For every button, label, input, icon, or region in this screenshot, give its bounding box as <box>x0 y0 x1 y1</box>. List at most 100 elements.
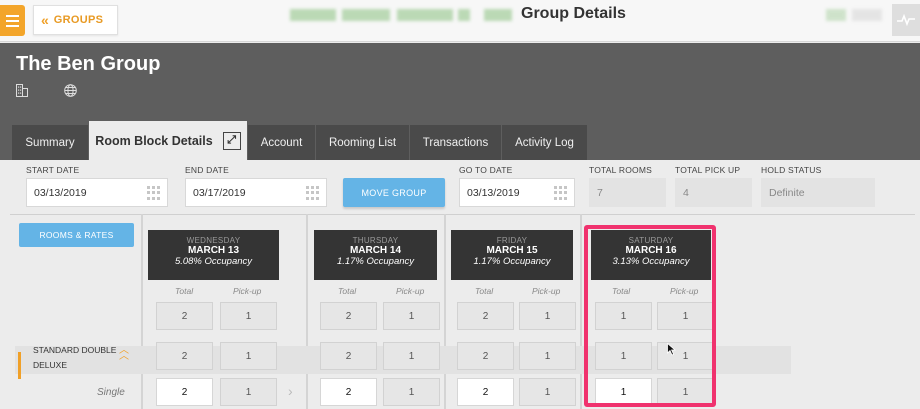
total-pickup-value: 4 <box>675 178 752 207</box>
hamburger-icon <box>6 14 19 17</box>
groups-back-label: GROUPS <box>53 14 104 26</box>
tab-label: Room Block Details <box>95 133 213 148</box>
hamburger-icon <box>6 24 19 27</box>
single-rooms-input[interactable]: 2 <box>156 378 213 406</box>
app-root: « GROUPS Group Details The Ben Group Sum… <box>0 0 920 409</box>
mouse-cursor-icon <box>667 343 676 356</box>
page-title: Group Details <box>521 5 626 22</box>
building-icon <box>16 84 28 97</box>
total-rooms-label: TOTAL ROOMS <box>589 165 652 175</box>
obscured-header-text <box>290 9 336 21</box>
pickup-cell: 1 <box>383 378 440 406</box>
start-date-value: 03/13/2019 <box>34 186 87 199</box>
occupancy-type-label: Single <box>97 387 125 398</box>
obscured-header-text <box>458 9 470 21</box>
calendar-icon[interactable] <box>306 186 320 200</box>
go-to-date-label: GO TO DATE <box>459 165 513 175</box>
day-header: THURSDAY MARCH 14 1.17% Occupancy <box>314 230 437 280</box>
day-date: MARCH 14 <box>349 245 402 256</box>
saturday-highlight-box <box>584 225 716 407</box>
pickup-cell: 1 <box>220 302 277 330</box>
pickup-column-label: Pick-up <box>233 286 262 296</box>
menu-button[interactable] <box>0 5 25 36</box>
column-divider <box>580 214 582 409</box>
day-header: FRIDAY MARCH 15 1.17% Occupancy <box>451 230 573 280</box>
obscured-user-info <box>826 9 846 21</box>
obscured-header-text <box>484 9 512 21</box>
pickup-cell: 1 <box>383 302 440 330</box>
top-bar: « GROUPS Group Details <box>0 0 920 42</box>
chevron-right-icon[interactable]: › <box>288 383 293 399</box>
obscured-user-info <box>852 9 882 21</box>
calendar-icon[interactable] <box>147 186 161 200</box>
day-occupancy: 1.17% Occupancy <box>473 256 551 267</box>
obscured-header-text <box>342 9 390 21</box>
column-divider <box>444 214 446 409</box>
tab-summary[interactable]: Summary <box>12 125 89 160</box>
pickup-column-label: Pick-up <box>396 286 425 296</box>
total-rooms-cell: 2 <box>156 302 213 330</box>
hold-status-label: HOLD STATUS <box>761 165 822 175</box>
day-date: MARCH 15 <box>486 245 538 256</box>
tab-transactions[interactable]: Transactions <box>410 125 502 160</box>
end-date-value: 03/17/2019 <box>193 186 246 199</box>
tab-activity-log[interactable]: Activity Log <box>502 125 588 160</box>
hamburger-icon <box>6 19 19 22</box>
expand-icon[interactable]: ⤢ <box>222 131 241 150</box>
start-date-label: START DATE <box>26 165 80 175</box>
globe-icon[interactable] <box>64 84 77 97</box>
obscured-header-text <box>397 9 453 21</box>
go-to-date-value: 03/13/2019 <box>467 186 520 199</box>
pickup-cell: 1 <box>519 342 576 370</box>
double-chevron-up-icon[interactable]: ︿ ︿ <box>119 346 129 362</box>
tab-room-block-details[interactable]: Room Block Details ⤢ <box>89 121 248 160</box>
total-rooms-cell: 2 <box>156 342 213 370</box>
day-of-week: THURSDAY <box>352 236 399 245</box>
pulse-icon <box>897 14 915 26</box>
day-of-week: FRIDAY <box>496 236 528 245</box>
end-date-input[interactable]: 03/17/2019 <box>185 178 327 207</box>
pickup-cell: 1 <box>383 342 440 370</box>
tab-account[interactable]: Account <box>248 125 316 160</box>
total-column-label: Total <box>475 286 494 296</box>
pickup-column-label: Pick-up <box>532 286 561 296</box>
day-header: WEDNESDAY MARCH 13 5.08% Occupancy <box>148 230 279 280</box>
day-of-week: WEDNESDAY <box>186 236 241 245</box>
day-date: MARCH 13 <box>187 245 240 256</box>
rooms-rates-button[interactable]: ROOMS & RATES <box>19 223 134 247</box>
pickup-cell: 1 <box>220 378 277 406</box>
pickup-cell: 1 <box>519 302 576 330</box>
total-rooms-cell: 2 <box>457 342 514 370</box>
end-date-label: END DATE <box>185 165 229 175</box>
total-column-label: Total <box>175 286 194 296</box>
total-rooms-cell: 2 <box>457 302 514 330</box>
calendar-icon[interactable] <box>554 186 568 200</box>
group-name: The Ben Group <box>16 53 161 75</box>
groups-back-button[interactable]: « GROUPS <box>33 5 118 35</box>
go-to-date-input[interactable]: 03/13/2019 <box>459 178 575 207</box>
start-date-input[interactable]: 03/13/2019 <box>26 178 168 207</box>
single-rooms-input[interactable]: 2 <box>320 378 377 406</box>
total-rooms-cell: 2 <box>320 302 377 330</box>
total-rooms-value: 7 <box>589 178 666 207</box>
total-pickup-label: TOTAL PICK UP <box>675 165 741 175</box>
day-occupancy: 1.17% Occupancy <box>336 256 415 267</box>
pickup-cell: 1 <box>519 378 576 406</box>
pickup-cell: 1 <box>220 342 277 370</box>
column-divider <box>306 214 308 409</box>
row-accent-bar <box>18 352 21 379</box>
tab-rooming-list[interactable]: Rooming List <box>316 125 410 160</box>
single-rooms-input[interactable]: 2 <box>457 378 514 406</box>
day-occupancy: 5.08% Occupancy <box>174 256 253 267</box>
column-divider <box>141 214 143 409</box>
group-header: The Ben Group Summary Room Block Details… <box>0 43 920 160</box>
move-group-button[interactable]: MOVE GROUP <box>343 178 445 207</box>
tab-bar: Summary Room Block Details ⤢ Account Roo… <box>12 121 588 160</box>
hold-status-value: Definite <box>761 178 875 207</box>
room-type-label: STANDARD DOUBLE DELUXE <box>33 345 117 370</box>
double-chevron-left-icon: « <box>41 12 49 28</box>
total-column-label: Total <box>338 286 357 296</box>
activity-button[interactable] <box>892 4 920 36</box>
total-rooms-cell: 2 <box>320 342 377 370</box>
section-divider <box>10 214 915 215</box>
